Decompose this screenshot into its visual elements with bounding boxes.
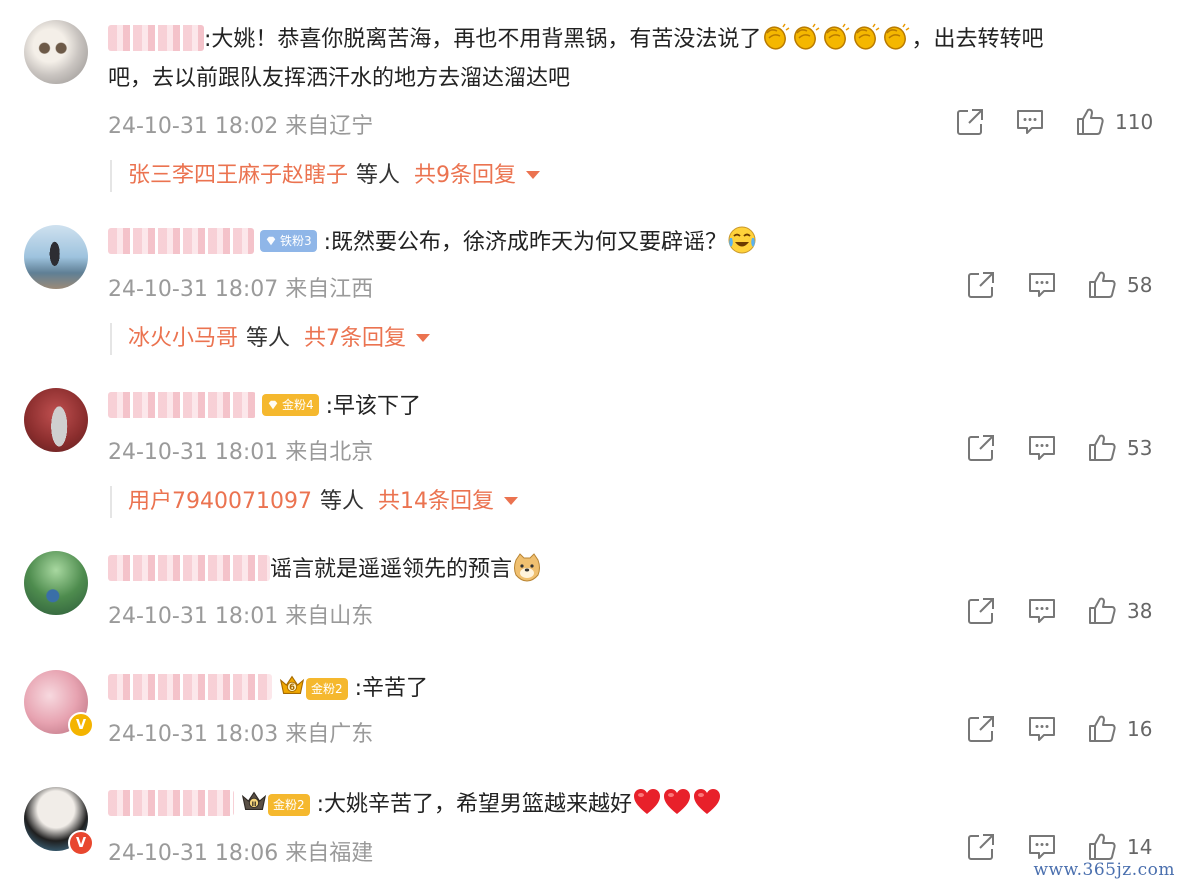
comment-button[interactable] — [1027, 596, 1057, 626]
fan-badge[interactable]: 铁粉3 — [260, 230, 317, 252]
comment-meta: 24-10-31 18:06 来自福建 — [108, 841, 374, 866]
gem-icon — [267, 399, 279, 411]
comment-meta: 24-10-31 18:02 来自辽宁 — [108, 114, 374, 139]
comment-button[interactable] — [1027, 832, 1057, 862]
crown-6-icon — [278, 671, 306, 699]
blurred-username[interactable] — [108, 228, 254, 254]
red-heart-emoji — [632, 787, 662, 817]
reply-users[interactable]: 冰火小马哥 — [128, 326, 238, 351]
fan-badge[interactable]: 金粉2 — [268, 794, 310, 816]
avatar[interactable] — [24, 20, 88, 84]
caret-down-icon[interactable] — [526, 171, 541, 179]
share-button[interactable] — [955, 107, 985, 137]
thumbs-up-icon — [1087, 832, 1117, 862]
reply-count[interactable]: 共14条回复 — [378, 489, 494, 514]
share-icon — [955, 107, 985, 137]
share-button[interactable] — [966, 433, 996, 463]
share-button[interactable] — [966, 714, 996, 744]
blurred-username[interactable] — [108, 25, 204, 51]
caret-down-icon[interactable] — [416, 334, 431, 342]
red-heart-emoji — [662, 787, 692, 817]
comment-text: 金粉2 :辛苦了 — [108, 671, 428, 707]
comment-meta: 24-10-31 18:01 来自山东 — [108, 604, 374, 629]
comment-text-continued: 吧，去以前跟队友挥洒汗水的地方去溜达溜达吧 — [108, 66, 571, 91]
blurred-username[interactable] — [108, 555, 270, 581]
doge-emoji — [512, 552, 542, 582]
share-button[interactable] — [966, 596, 996, 626]
crown-2-icon — [240, 787, 268, 815]
like-count: 53 — [1127, 436, 1153, 460]
comment-text: 铁粉3 :既然要公布，徐济成昨天为何又要辟谣？ — [108, 225, 757, 261]
blurred-username[interactable] — [108, 392, 256, 418]
like-count: 58 — [1127, 273, 1153, 297]
diamond-icon — [265, 235, 277, 247]
comment-text: 谣言就是遥遥领先的预言 — [108, 552, 542, 588]
comment-icon — [1027, 270, 1057, 300]
fan-badge[interactable]: 金粉4 — [262, 394, 319, 416]
blurred-username[interactable] — [108, 674, 272, 700]
comment-meta: 24-10-31 18:03 来自广东 — [108, 722, 374, 747]
comment-text: :大姚！恭喜你脱离苦海，再也不用背黑锅，有苦没法说了 ，出去转转吧 — [108, 22, 1043, 58]
fan-badge[interactable]: 金粉2 — [306, 678, 348, 700]
comment-meta: 24-10-31 18:07 来自江西 — [108, 277, 374, 302]
crying-laughing-emoji — [727, 225, 757, 255]
share-button[interactable] — [966, 270, 996, 300]
clapping-hands-emoji — [851, 22, 881, 52]
clapping-hands-emoji — [821, 22, 851, 52]
verified-badge-icon: V — [68, 830, 94, 856]
avatar[interactable] — [24, 551, 88, 615]
comment-button[interactable] — [1015, 107, 1045, 137]
share-icon — [966, 433, 996, 463]
thumbs-up-icon — [1087, 714, 1117, 744]
like-button[interactable]: 14 — [1087, 832, 1152, 862]
thumbs-up-icon — [1087, 270, 1117, 300]
share-icon — [966, 832, 996, 862]
comment-button[interactable] — [1027, 270, 1057, 300]
verified-badge-icon: V — [68, 712, 94, 738]
share-icon — [966, 596, 996, 626]
comment-icon — [1027, 832, 1057, 862]
thumbs-up-icon — [1075, 107, 1105, 137]
like-button[interactable]: 58 — [1087, 270, 1152, 300]
reply-users[interactable]: 张三李四王麻子赵瞎子 — [128, 163, 348, 188]
blurred-username[interactable] — [108, 790, 234, 816]
comment-icon — [1027, 714, 1057, 744]
red-heart-emoji — [692, 787, 722, 817]
watermark: www.365jz.com — [1033, 860, 1175, 880]
caret-down-icon[interactable] — [504, 497, 518, 505]
clapping-hands-emoji — [761, 22, 791, 52]
reply-users[interactable]: 用户7940071097 — [128, 489, 312, 514]
avatar[interactable] — [24, 388, 88, 452]
like-count: 16 — [1127, 717, 1153, 741]
comment-button[interactable] — [1027, 714, 1057, 744]
comment-meta: 24-10-31 18:01 来自北京 — [108, 440, 374, 465]
reply-count[interactable]: 共9条回复 — [414, 163, 516, 188]
share-button[interactable] — [966, 832, 996, 862]
comment-icon — [1027, 433, 1057, 463]
share-icon — [966, 714, 996, 744]
avatar[interactable] — [24, 225, 88, 289]
comment-button[interactable] — [1027, 433, 1057, 463]
clapping-hands-emoji — [881, 22, 911, 52]
like-count: 14 — [1127, 835, 1153, 859]
thumbs-up-icon — [1087, 596, 1117, 626]
comment-icon — [1027, 596, 1057, 626]
like-count: 38 — [1127, 599, 1153, 623]
like-button[interactable]: 110 — [1075, 107, 1153, 137]
thumbs-up-icon — [1087, 433, 1117, 463]
reply-summary[interactable]: 冰火小马哥 等人 共7条回复 — [110, 323, 431, 355]
comment-text: 金粉4 :早该下了 — [108, 389, 421, 425]
reply-summary[interactable]: 用户7940071097 等人 共14条回复 — [110, 486, 518, 518]
share-icon — [966, 270, 996, 300]
like-button[interactable]: 38 — [1087, 596, 1152, 626]
like-button[interactable]: 53 — [1087, 433, 1152, 463]
like-button[interactable]: 16 — [1087, 714, 1152, 744]
comment-text: 金粉2 :大姚辛苦了，希望男篮越来越好 — [108, 787, 722, 823]
like-count: 110 — [1115, 110, 1154, 134]
clapping-hands-emoji — [791, 22, 821, 52]
reply-count[interactable]: 共7条回复 — [304, 326, 406, 351]
comment-icon — [1015, 107, 1045, 137]
reply-summary[interactable]: 张三李四王麻子赵瞎子 等人 共9条回复 — [110, 160, 541, 192]
